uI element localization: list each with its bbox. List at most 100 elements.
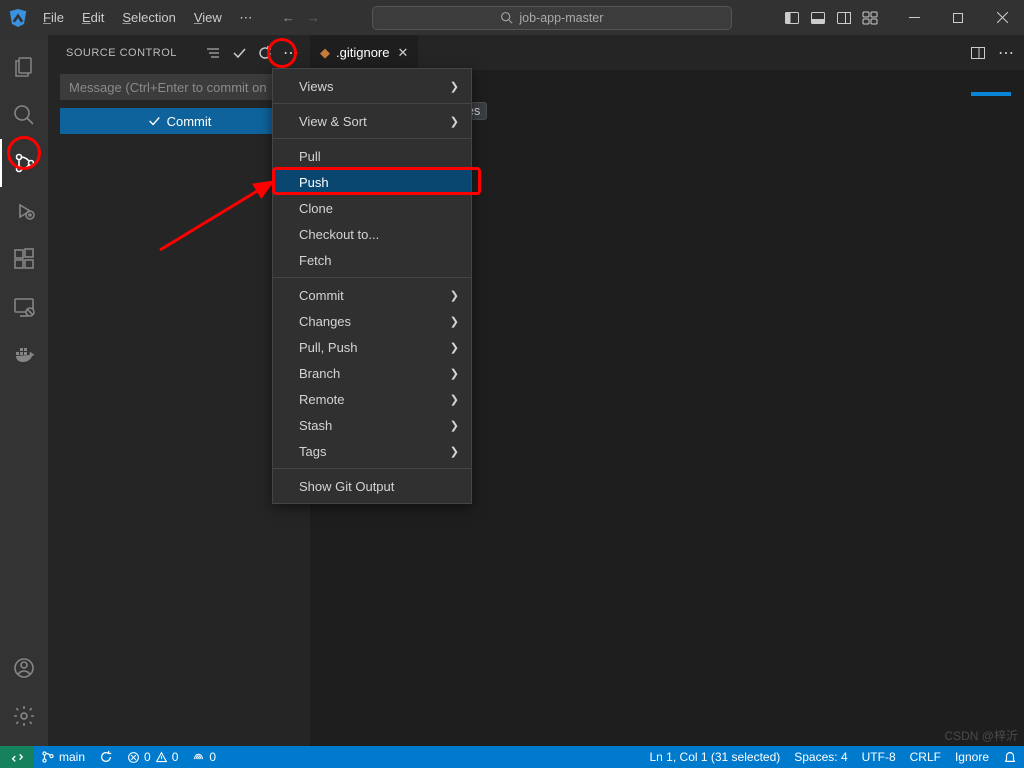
menu-item-branch[interactable]: Branch ❯ [273, 360, 471, 386]
menu-item-remote[interactable]: Remote❯ [273, 386, 471, 412]
layout-sidebar-left-icon[interactable] [784, 10, 800, 26]
activity-explorer-icon[interactable] [0, 43, 48, 91]
remote-indicator[interactable] [0, 746, 34, 768]
source-control-sidebar: SOURCE CONTROL ⋯ Commit [48, 35, 310, 746]
chevron-right-icon: ❯ [450, 445, 459, 458]
sync-button[interactable] [92, 750, 120, 764]
menu-item-label: Fetch [299, 253, 332, 268]
nav-back-icon[interactable]: ← [282, 10, 295, 25]
chevron-right-icon: ❯ [450, 289, 459, 302]
menu-item-checkout-to-[interactable]: Checkout to... [273, 221, 471, 247]
maximize-button[interactable] [936, 0, 980, 35]
activity-scm-icon[interactable] [0, 139, 48, 187]
vertical-scrollbar[interactable] [1011, 92, 1024, 746]
warning-count: 0 [172, 750, 179, 764]
menu-separator [273, 468, 471, 469]
command-center[interactable]: job-app-master [320, 6, 784, 30]
tab-gitignore[interactable]: ◆ .gitignore ✕ [310, 35, 419, 70]
menu-item-label: View & Sort [299, 114, 367, 129]
more-actions-icon[interactable]: ⋯ [283, 43, 300, 63]
commit-input[interactable] [60, 74, 298, 100]
menu-item-changes[interactable]: Changes ❯ [273, 308, 471, 334]
tab-close-icon[interactable]: ✕ [397, 45, 408, 61]
cursor-position[interactable]: Ln 1, Col 1 (31 selected) [643, 750, 788, 764]
menu-item-label: Remote [299, 392, 345, 407]
view-tree-icon[interactable] [205, 45, 221, 61]
language-mode[interactable]: Ignore [948, 750, 996, 764]
menu-view[interactable]: View [186, 6, 230, 29]
tab-more-icon[interactable]: ⋯ [998, 43, 1014, 63]
menu-item-pull-push[interactable]: Pull, Push❯ [273, 334, 471, 360]
menu-item-tags[interactable]: Tags ❯ [273, 438, 471, 464]
sidebar-title: SOURCE CONTROL [66, 47, 205, 59]
chevron-right-icon: ❯ [450, 419, 459, 432]
activity-search-icon[interactable] [0, 91, 48, 139]
commit-message-field[interactable] [60, 74, 298, 100]
nav-forward-icon[interactable]: → [307, 10, 320, 25]
activity-account-icon[interactable] [0, 644, 48, 692]
menu-item-views[interactable]: Views ❯ [273, 73, 471, 99]
indentation[interactable]: Spaces: 4 [787, 750, 854, 764]
menu-item-push[interactable]: Push [273, 169, 471, 195]
menu-item-label: Commit [299, 288, 344, 303]
eol[interactable]: CRLF [903, 750, 948, 764]
menu-item-label: Pull [299, 149, 321, 164]
menu-item-stash[interactable]: Stash ❯ [273, 412, 471, 438]
menu-item-fetch[interactable]: Fetch [273, 247, 471, 273]
menu-overflow-icon[interactable]: ⋯ [230, 10, 262, 26]
activity-extensions-icon[interactable] [0, 235, 48, 283]
activity-remote-icon[interactable] [0, 283, 48, 331]
split-editor-icon[interactable] [970, 45, 986, 61]
tab-label: .gitignore [336, 45, 389, 60]
menu-file[interactable]: File [35, 6, 72, 29]
menu-item-label: Views [299, 79, 333, 94]
chevron-right-icon: ❯ [450, 367, 459, 380]
layout-sidebar-right-icon[interactable] [836, 10, 852, 26]
chevron-right-icon: ❯ [450, 80, 459, 93]
ports-indicator[interactable]: 0 [185, 750, 223, 764]
status-bar: main 0 0 0 Ln 1, Col 1 (31 selected) Spa… [0, 746, 1024, 768]
menu-item-pull[interactable]: Pull [273, 143, 471, 169]
menu-item-label: Push [299, 175, 329, 190]
encoding[interactable]: UTF-8 [855, 750, 903, 764]
menu-item-label: Stash [299, 418, 332, 433]
activity-docker-icon[interactable] [0, 331, 48, 379]
close-button[interactable] [980, 0, 1024, 35]
chevron-right-icon: ❯ [450, 315, 459, 328]
activity-settings-icon[interactable] [0, 692, 48, 740]
layout-panel-icon[interactable] [810, 10, 826, 26]
menu-item-view-sort[interactable]: View & Sort ❯ [273, 108, 471, 134]
search-icon [500, 11, 513, 24]
menu-item-label: Branch [299, 366, 340, 381]
activity-bar [0, 35, 48, 746]
chevron-right-icon: ❯ [450, 115, 459, 128]
menu-item-label: Clone [299, 201, 333, 216]
layout-customize-icon[interactable] [862, 10, 878, 26]
error-count: 0 [144, 750, 151, 764]
editor-tabs: ◆ .gitignore ✕ ⋯ [310, 35, 1024, 70]
menu-item-label: Tags [299, 444, 326, 459]
menu-edit[interactable]: Edit [74, 6, 112, 29]
problems-indicator[interactable]: 0 0 [120, 750, 185, 764]
branch-indicator[interactable]: main [34, 750, 92, 764]
sidebar-header: SOURCE CONTROL ⋯ [48, 35, 310, 70]
menu-item-commit[interactable]: Commit ❯ [273, 282, 471, 308]
menu-item-show-git-output[interactable]: Show Git Output [273, 473, 471, 499]
menu-item-clone[interactable]: Clone [273, 195, 471, 221]
menu-item-label: Show Git Output [299, 479, 394, 494]
window-controls [784, 0, 1024, 35]
minimize-button[interactable] [892, 0, 936, 35]
menu-separator [273, 138, 471, 139]
commit-label: Commit [167, 114, 212, 129]
menu-item-label: Changes [299, 314, 351, 329]
commit-check-icon[interactable] [231, 45, 247, 61]
menu-selection[interactable]: Selection [114, 6, 183, 29]
nav-controls: ← → [282, 10, 320, 25]
refresh-icon[interactable] [257, 45, 273, 61]
notifications-icon[interactable] [996, 750, 1024, 764]
activity-debug-icon[interactable] [0, 187, 48, 235]
title-bar: File Edit Selection View ⋯ ← → job-app-m… [0, 0, 1024, 35]
ports-count: 0 [209, 750, 216, 764]
commit-button[interactable]: Commit [60, 108, 298, 134]
menubar: File Edit Selection View [35, 6, 230, 29]
